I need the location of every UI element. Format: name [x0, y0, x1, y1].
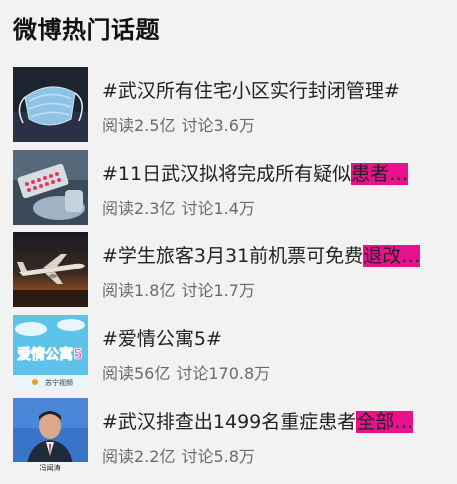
- discuss-count: 讨论1.7万: [181, 281, 255, 300]
- topic-item[interactable]: #11日武汉拟将完成所有疑似患者… 阅读2.3亿 讨论1.4万: [13, 150, 453, 226]
- speaker-name-text: 冯闻涛: [40, 463, 61, 472]
- topic-stats: 阅读1.8亿 讨论1.7万: [102, 277, 255, 301]
- read-count: 阅读56亿: [102, 364, 171, 383]
- topic-stats: 阅读2.3亿 讨论1.4万: [102, 195, 255, 219]
- topic-title[interactable]: #武汉所有住宅小区实行封闭管理#: [102, 76, 400, 103]
- read-count: 阅读2.2亿: [102, 447, 176, 466]
- poster-title-text: 爱情公寓5: [17, 346, 83, 363]
- read-count: 阅读2.3亿: [102, 199, 176, 218]
- topic-title[interactable]: #爱情公寓5#: [102, 324, 222, 351]
- press-conference-thumbnail[interactable]: 冯闻涛: [13, 398, 88, 473]
- highlighted-text: 退改…: [363, 245, 421, 267]
- discuss-count: 讨论5.8万: [181, 447, 255, 466]
- topic-title[interactable]: #学生旅客3月31前机票可免费退改…: [102, 241, 421, 268]
- topic-title[interactable]: #武汉排查出1499名重症患者全部…: [102, 407, 414, 434]
- topic-stats: 阅读2.2亿 讨论5.8万: [102, 443, 255, 467]
- topic-title-text: #学生旅客3月31前机票可免费: [102, 245, 364, 267]
- topic-title-text: #11日武汉拟将完成所有疑似: [102, 163, 352, 185]
- lab-test-thumbnail[interactable]: [13, 150, 88, 225]
- highlighted-text: 全部…: [356, 411, 414, 433]
- discuss-count: 讨论1.4万: [181, 199, 255, 218]
- poster-brand-text: 苏宁视频: [45, 378, 73, 387]
- topic-item[interactable]: #武汉所有住宅小区实行封闭管理# 阅读2.5亿 讨论3.6万: [13, 67, 453, 143]
- topic-title[interactable]: #11日武汉拟将完成所有疑似患者…: [102, 159, 409, 186]
- topic-item[interactable]: #学生旅客3月31前机票可免费退改… 阅读1.8亿 讨论1.7万: [13, 232, 453, 308]
- hot-topics-panel: 微博热门话题 #武汉所有住宅小区实行封闭管理# 阅读2.5亿 讨论3.6万 #1…: [0, 0, 457, 484]
- topic-title-text: #武汉所有住宅小区实行封闭管理#: [102, 80, 400, 102]
- topic-title-text: #爱情公寓5#: [102, 328, 222, 350]
- panel-title: 微博热门话题: [13, 16, 160, 44]
- tv-show-poster-thumbnail[interactable]: 爱情公寓5 苏宁视频: [13, 315, 88, 390]
- face-mask-thumbnail[interactable]: [13, 67, 88, 142]
- topic-item[interactable]: 爱情公寓5 苏宁视频 #爱情公寓5# 阅读56亿 讨论170.8万: [13, 315, 453, 391]
- read-count: 阅读2.5亿: [102, 116, 176, 135]
- topic-stats: 阅读2.5亿 讨论3.6万: [102, 112, 255, 136]
- discuss-count: 讨论3.6万: [181, 116, 255, 135]
- read-count: 阅读1.8亿: [102, 281, 176, 300]
- topic-stats: 阅读56亿 讨论170.8万: [102, 360, 270, 384]
- topic-item[interactable]: 冯闻涛 #武汉排查出1499名重症患者全部… 阅读2.2亿 讨论5.8万: [13, 398, 453, 474]
- highlighted-text: 患者…: [351, 163, 409, 185]
- airplane-thumbnail[interactable]: [13, 232, 88, 307]
- topic-title-text: #武汉排查出1499名重症患者: [102, 411, 357, 433]
- discuss-count: 讨论170.8万: [176, 364, 271, 383]
